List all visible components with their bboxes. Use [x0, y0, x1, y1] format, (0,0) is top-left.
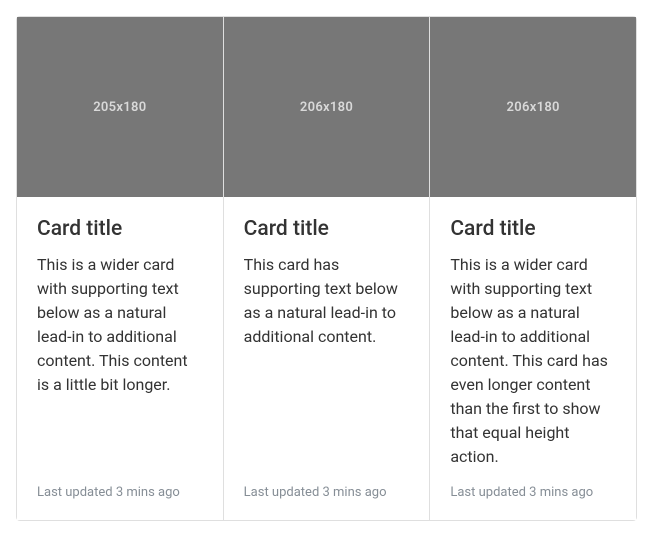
- placeholder-label: 206x180: [507, 100, 560, 115]
- card-text: This card has supporting text below as a…: [244, 253, 410, 349]
- card-body: Card title This card has supporting text…: [224, 197, 430, 520]
- card-text: This is a wider card with supporting tex…: [37, 253, 203, 397]
- placeholder-label: 205x180: [93, 100, 146, 115]
- card-title: Card title: [37, 217, 203, 241]
- card: 206x180 Card title This card has support…: [224, 16, 431, 521]
- card-title: Card title: [244, 217, 410, 241]
- card-image-placeholder: 206x180: [224, 17, 430, 197]
- card-updated: Last updated 3 mins ago: [37, 485, 203, 500]
- card-image-placeholder: 205x180: [17, 17, 223, 197]
- card-body: Card title This is a wider card with sup…: [430, 197, 636, 520]
- card-title: Card title: [450, 217, 616, 241]
- card-updated: Last updated 3 mins ago: [450, 485, 616, 500]
- card-group: 205x180 Card title This is a wider card …: [16, 16, 637, 521]
- card-body: Card title This is a wider card with sup…: [17, 197, 223, 520]
- placeholder-label: 206x180: [300, 100, 353, 115]
- card-image-placeholder: 206x180: [430, 17, 636, 197]
- card-updated: Last updated 3 mins ago: [244, 485, 410, 500]
- card: 205x180 Card title This is a wider card …: [16, 16, 224, 521]
- card: 206x180 Card title This is a wider card …: [430, 16, 637, 521]
- card-text: This is a wider card with supporting tex…: [450, 253, 616, 469]
